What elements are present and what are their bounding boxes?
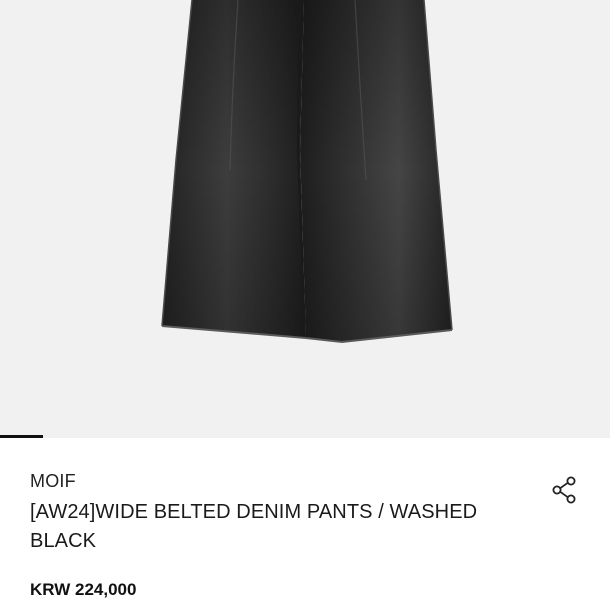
product-info: MOIF [AW24]WIDE BELTED DENIM PANTS / WAS… <box>0 438 610 610</box>
product-title: [AW24]WIDE BELTED DENIM PANTS / WASHED B… <box>30 501 478 552</box>
denim-pants-illustration <box>161 0 453 344</box>
product-price: KRW 224,000 <box>30 580 137 599</box>
product-image[interactable] <box>0 0 610 437</box>
share-button[interactable] <box>548 474 580 506</box>
brand-name[interactable]: MOIF <box>30 471 76 492</box>
product-detail-page: MOIF [AW24]WIDE BELTED DENIM PANTS / WAS… <box>0 0 610 610</box>
share-icon <box>552 476 576 504</box>
